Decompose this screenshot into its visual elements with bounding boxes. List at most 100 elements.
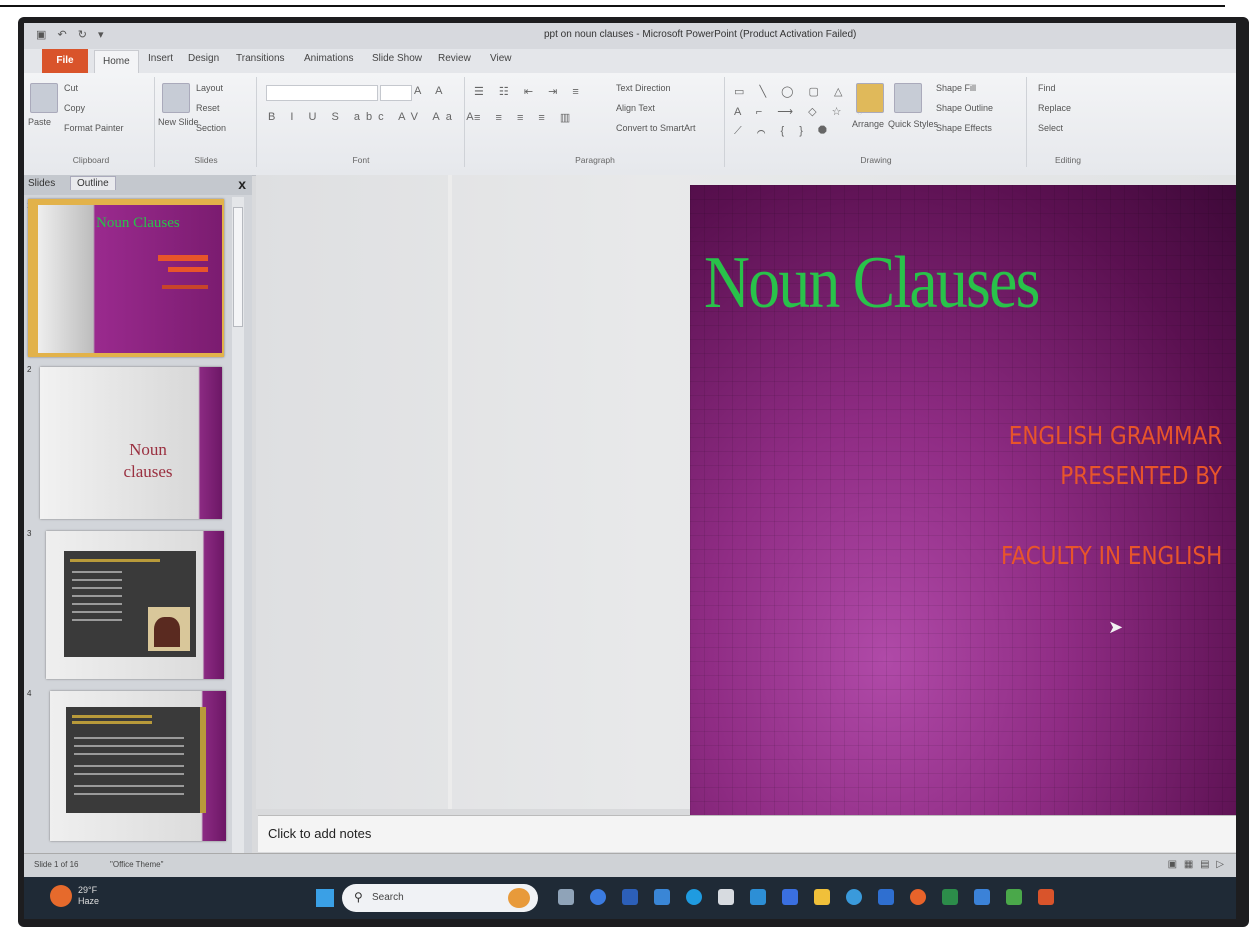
copilot-icon[interactable] — [590, 889, 606, 905]
slides-panel: Slides Outline x 1 Noun Clauses 2 — [24, 175, 252, 855]
thumbnail-heading-line — [72, 715, 152, 718]
word-icon[interactable] — [622, 889, 638, 905]
tab-transitions[interactable]: Transitions — [236, 53, 285, 64]
tab-slides[interactable]: Slides — [28, 178, 55, 189]
chrome-icon[interactable] — [846, 889, 862, 905]
format-painter-button[interactable]: Format Painter — [64, 123, 124, 133]
paste-button[interactable]: Paste — [28, 117, 51, 127]
quick-styles-button[interactable]: Quick Styles — [888, 119, 938, 129]
replace-button[interactable]: Replace — [1038, 103, 1071, 113]
tab-insert[interactable]: Insert — [148, 53, 173, 64]
copy-button[interactable]: Copy — [64, 103, 85, 113]
photos-icon[interactable] — [878, 889, 894, 905]
slide-thumbnail-2[interactable]: Noun clauses — [40, 367, 222, 519]
section-button[interactable]: Section — [196, 123, 226, 133]
notes-pane[interactable]: Click to add notes — [258, 815, 1236, 852]
powerpoint-icon[interactable] — [1038, 889, 1054, 905]
shapes-gallery-row3[interactable]: ⟋ ⌒ { } ⯃ — [734, 125, 833, 138]
group-label: Clipboard — [72, 155, 110, 165]
slide-subtitle-line-3[interactable]: FACULTY IN ENGLISH — [1001, 541, 1222, 570]
slides-group: New Slide Layout Reset Section Slides — [156, 77, 257, 167]
slide-title[interactable]: Noun Clauses — [704, 241, 1040, 326]
slide-subtitle-line-2[interactable]: PRESENTED BY — [1060, 461, 1222, 490]
firefox-icon[interactable] — [910, 889, 926, 905]
thumbnail-heading-line — [70, 559, 160, 562]
shape-fill-button[interactable]: Shape Fill — [936, 83, 976, 93]
search-highlight-icon — [508, 888, 530, 908]
slide-thumbnail-3[interactable] — [46, 531, 224, 679]
thumbnail-text-bar — [168, 267, 208, 272]
outlook-icon[interactable] — [750, 889, 766, 905]
weather-icon[interactable] — [50, 885, 72, 907]
tab-slide-show[interactable]: Slide Show — [372, 53, 422, 64]
close-panel-icon[interactable]: x — [238, 176, 246, 192]
thumbnail-dark-box — [66, 707, 206, 813]
new-slide-icon[interactable] — [162, 83, 190, 113]
store-icon[interactable] — [782, 889, 798, 905]
select-button[interactable]: Select — [1038, 123, 1063, 133]
tab-outline[interactable]: Outline — [70, 176, 116, 190]
tab-view[interactable]: View — [490, 53, 512, 64]
monitor-bezel: ▣ ↶ ↻ ▾ ppt on noun clauses - Microsoft … — [18, 17, 1249, 927]
panel-scrollbar[interactable] — [232, 197, 244, 855]
task-view-icon[interactable] — [558, 889, 574, 905]
quick-styles-icon[interactable] — [894, 83, 922, 113]
shapes-gallery[interactable]: ▭ ╲ ◯ ▢ △ ⬠ — [734, 85, 873, 98]
font-size-box[interactable] — [380, 85, 412, 101]
view-buttons[interactable]: ▣ ▦ ▤ ▷ — [1168, 859, 1226, 870]
photo-frame: ▣ ↶ ↻ ▾ ppt on noun clauses - Microsoft … — [0, 0, 1255, 932]
tab-animations[interactable]: Animations — [304, 53, 353, 64]
quick-access-toolbar[interactable]: ▣ ↶ ↻ ▾ — [36, 28, 108, 41]
taskbar: 29°F Haze ⚲ Search — [24, 877, 1236, 919]
arrange-button[interactable]: Arrange — [852, 119, 884, 129]
slide-thumbnail-4[interactable] — [50, 691, 226, 841]
list-icons[interactable]: ☰ ☷ ⇤ ⇥ ≡ — [474, 85, 585, 98]
cut-button[interactable]: Cut — [64, 83, 78, 93]
powerpoint-window: ▣ ↶ ↻ ▾ ppt on noun clauses - Microsoft … — [24, 23, 1236, 877]
tab-file[interactable]: File — [42, 49, 88, 73]
edge-icon[interactable] — [686, 889, 702, 905]
panel-scroll-thumb[interactable] — [233, 207, 243, 327]
teams-icon[interactable] — [654, 889, 670, 905]
start-button[interactable] — [316, 889, 334, 907]
new-slide-button[interactable]: New Slide — [158, 117, 199, 127]
align-text-button[interactable]: Align Text — [616, 103, 655, 113]
taskbar-search[interactable]: ⚲ Search — [342, 884, 538, 912]
text-direction-button[interactable]: Text Direction — [616, 83, 671, 93]
group-label: Paragraph — [575, 155, 615, 165]
arrange-icon[interactable] — [856, 83, 884, 113]
notes-placeholder[interactable]: Click to add notes — [268, 826, 371, 841]
convert-smartart-button[interactable]: Convert to SmartArt — [616, 123, 696, 133]
weather-desc: Haze — [78, 896, 100, 906]
layout-button[interactable]: Layout — [196, 83, 223, 93]
font-format-icons[interactable]: B I U S abc AV Aa A — [268, 111, 480, 123]
slide-subtitle-line-1[interactable]: ENGLISH GRAMMAR — [1009, 421, 1222, 450]
thumbnail-image: Noun Clauses — [38, 205, 222, 353]
spreadsheet-icon[interactable] — [1006, 889, 1022, 905]
shape-effects-button[interactable]: Shape Effects — [936, 123, 992, 133]
align-icons[interactable]: ≡ ≡ ≡ ≡ ▥ — [474, 111, 576, 124]
ribbon-tabs: File Home Insert Design Transitions Anim… — [24, 49, 1236, 74]
reset-button[interactable]: Reset — [196, 103, 220, 113]
tab-design[interactable]: Design — [188, 53, 219, 64]
notepad-icon[interactable] — [718, 889, 734, 905]
shape-outline-button[interactable]: Shape Outline — [936, 103, 993, 113]
top-rule — [0, 5, 1225, 7]
group-label: Font — [352, 155, 370, 165]
font-name-box[interactable] — [266, 85, 378, 101]
paste-icon[interactable] — [30, 83, 58, 113]
thumbnail-number: 4 — [27, 689, 32, 698]
weather-widget[interactable]: 29°F Haze — [78, 885, 99, 907]
tab-review[interactable]: Review — [438, 53, 471, 64]
file-explorer-icon[interactable] — [814, 889, 830, 905]
mouse-pointer-icon: ➤ — [1108, 617, 1124, 637]
excel-icon[interactable] — [942, 889, 958, 905]
window-title: ppt on noun clauses - Microsoft PowerPoi… — [544, 29, 857, 40]
slide-thumbnail-1[interactable]: Noun Clauses — [28, 199, 224, 357]
current-slide[interactable]: Noun Clauses ENGLISH GRAMMAR PRESENTED B… — [690, 185, 1236, 819]
find-button[interactable]: Find — [1038, 83, 1056, 93]
font-grow-icons[interactable]: A A — [414, 85, 449, 97]
mail-icon[interactable] — [974, 889, 990, 905]
tab-home[interactable]: Home — [94, 50, 139, 74]
shapes-gallery-row2[interactable]: A ⌐ ⟶ ◇ ☆ ◔ — [734, 105, 869, 118]
